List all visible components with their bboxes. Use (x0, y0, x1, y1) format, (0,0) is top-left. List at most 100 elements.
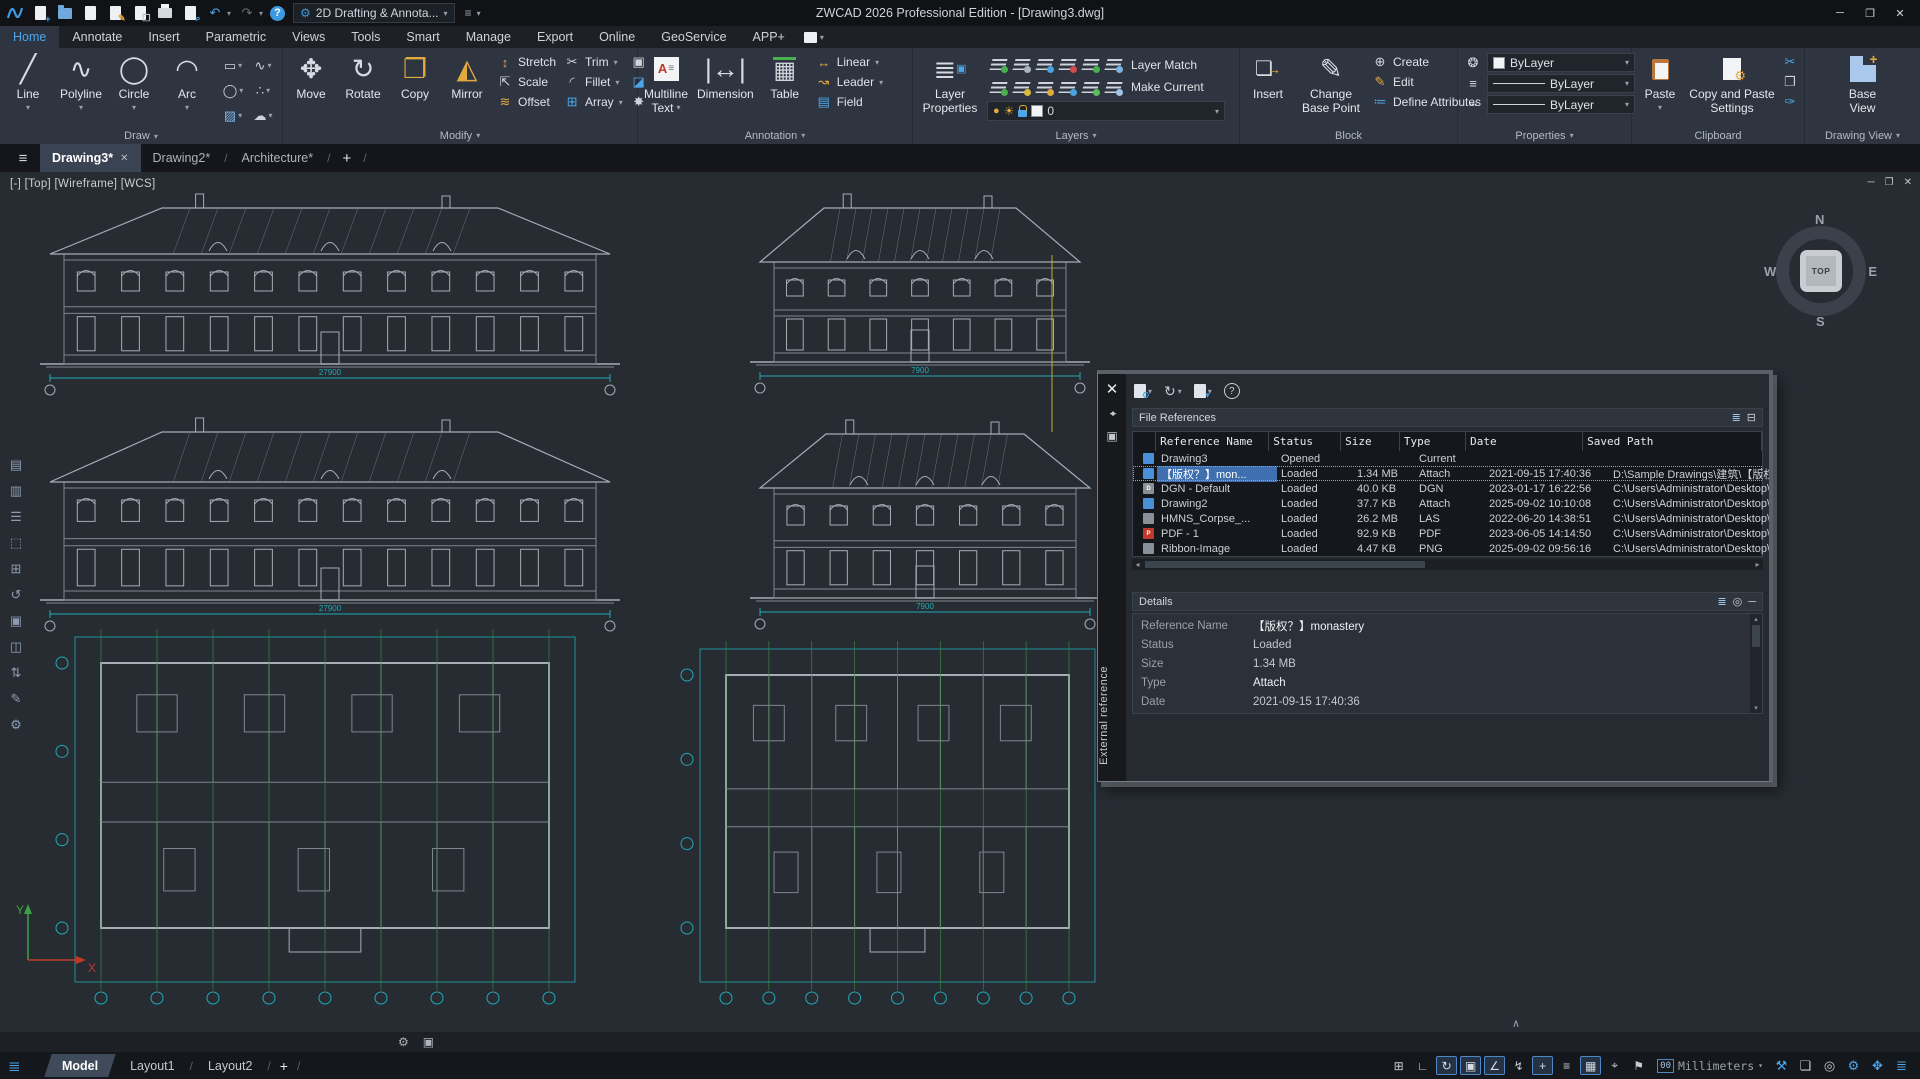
smart-mouse-icon[interactable]: ▥ (2, 480, 30, 502)
dock-panel-icon[interactable]: ▣ (423, 1035, 434, 1049)
make-current-button[interactable]: Make Current (1131, 76, 1204, 98)
vertical-scrollbar[interactable]: ▴ ▾ (1750, 614, 1762, 713)
help-button[interactable]: ? (1224, 383, 1240, 399)
ortho-toggle[interactable]: ∟ (1412, 1056, 1433, 1075)
field-button[interactable]: ▤ Field (816, 92, 883, 112)
new-file-button[interactable]: + (31, 4, 49, 22)
layer-tool-icon[interactable] (987, 76, 1010, 99)
doc-close-icon[interactable]: ✕ (1904, 177, 1912, 188)
solid-view-icon[interactable]: ▣ (2, 610, 30, 632)
doc-menu-icon[interactable]: ≡ (8, 150, 38, 167)
paste-button[interactable]: Paste▾ (1638, 51, 1682, 127)
ribbon-display-toggle[interactable]: ▾ (804, 32, 824, 43)
menu-tab-smart[interactable]: Smart (393, 26, 452, 48)
cut-button[interactable]: ✂ (1782, 52, 1798, 72)
move-button[interactable]: ✥ Move (289, 51, 333, 127)
osnap-toggle[interactable]: ▣ (1460, 1056, 1481, 1075)
sync-view-icon[interactable]: ↺ (2, 584, 30, 606)
ducs-toggle[interactable]: ↯ (1508, 1056, 1529, 1075)
quick-properties-icon[interactable]: ❏ (1795, 1056, 1816, 1075)
panel-label-annotation[interactable]: Annotation▾ (638, 127, 912, 144)
layer-tool-icon[interactable] (1056, 76, 1079, 99)
save-button[interactable] (81, 4, 99, 22)
layer-tool-icon[interactable] (987, 53, 1010, 76)
ribbon-collapse-button[interactable]: ≡ ▾ (463, 3, 483, 23)
multiline-text-button[interactable]: A≡ Multiline Text▾ (644, 51, 688, 127)
compass-east[interactable]: E (1868, 264, 1877, 279)
horizontal-scrollbar[interactable]: ◂ ▸ (1132, 559, 1763, 570)
table-button[interactable]: ▦ Table (763, 51, 807, 127)
revcloud-icon[interactable]: ☁▾ (248, 103, 278, 128)
layer-tool-icon[interactable] (1102, 76, 1125, 99)
annotation-monitor-icon[interactable]: ⚒ (1771, 1056, 1792, 1075)
compass-north[interactable]: N (1815, 212, 1824, 227)
dimension-button[interactable]: |↔| Dimension (697, 51, 754, 127)
menu-tab-parametric[interactable]: Parametric (193, 26, 279, 48)
line-button[interactable]: ╱ Line▾ (6, 51, 50, 128)
layout-compare-icon[interactable]: ◫ (2, 636, 30, 658)
layer-tool-icon[interactable] (1079, 53, 1102, 76)
section-plane-icon[interactable]: ⬚ (2, 532, 30, 554)
model-tab[interactable]: Model (42, 1052, 118, 1079)
snap-toggle[interactable]: ⌖ (1604, 1056, 1625, 1075)
layer-properties-button[interactable]: ≣▣ Layer Properties (919, 51, 981, 127)
base-view-button[interactable]: + Base View (1841, 51, 1885, 127)
menu-tab-insert[interactable]: Insert (135, 26, 192, 48)
tools-gear-icon[interactable]: ⚙ (2, 714, 30, 736)
panel-label-drawing-view[interactable]: Drawing View▾ (1805, 127, 1920, 144)
compass-south[interactable]: S (1816, 314, 1825, 329)
minimize-button[interactable]: ─ (1826, 3, 1854, 23)
column-header[interactable]: Date (1466, 432, 1583, 451)
menu-tab-views[interactable]: Views (279, 26, 338, 48)
xref-table-row[interactable]: HMNS_Corpse_... Loaded 26.2 MB LAS 2022-… (1133, 511, 1762, 526)
xref-table-row[interactable]: Ribbon-Image Loaded 4.47 KB PNG 2025-09-… (1133, 541, 1762, 556)
attach-xref-button[interactable]: ⚙▾ (1134, 384, 1152, 398)
list-view-icon[interactable]: ≣ (1732, 411, 1741, 424)
xref-table-row[interactable]: 【版权？】mon... Loaded 1.34 MB Attach 2021-0… (1133, 466, 1762, 481)
panel-label-properties[interactable]: Properties▾ (1458, 127, 1631, 144)
otrack-toggle[interactable]: ∠ (1484, 1056, 1505, 1075)
spline-icon[interactable]: ∿▾ (248, 53, 278, 78)
column-header[interactable]: Size (1341, 432, 1400, 451)
view-compass[interactable]: N W E S TOP (1762, 212, 1880, 330)
close-tab-icon[interactable]: ✕ (120, 153, 128, 164)
units-dropdown[interactable]: 00 Millimeters ▾ (1657, 1059, 1763, 1073)
layout1-tab[interactable]: Layout1 (118, 1052, 186, 1079)
menu-tab-annotate[interactable]: Annotate (59, 26, 135, 48)
layer-tool-icon[interactable] (1010, 76, 1033, 99)
maximize-button[interactable]: ❐ (1856, 3, 1884, 23)
panel-label-draw[interactable]: Draw▾ (0, 128, 282, 144)
fillet-button[interactable]: ◜ Fillet▾ (564, 72, 623, 92)
color-combo[interactable]: ByLayer ▾ (1487, 53, 1635, 72)
layer-tool-icon[interactable] (1010, 53, 1033, 76)
stretch-button[interactable]: ↕ Stretch (497, 52, 556, 72)
layer-tool-icon[interactable] (1033, 76, 1056, 99)
menu-tab-home[interactable]: Home (0, 26, 59, 48)
rectangle-icon[interactable]: ▭▾ (218, 53, 248, 78)
details-list-icon[interactable]: ≣ (1717, 595, 1726, 608)
layout2-tab[interactable]: Layout2 (196, 1052, 264, 1079)
trim-button[interactable]: ✂ Trim▾ (564, 52, 623, 72)
menu-tab-geoservice[interactable]: GeoService (648, 26, 739, 48)
dock-gear-icon[interactable]: ⚙ (398, 1035, 409, 1049)
layer-tool-icon[interactable] (1033, 53, 1056, 76)
column-header[interactable]: Type (1400, 432, 1466, 451)
swap-icon[interactable]: ⇅ (2, 662, 30, 684)
save-as-button[interactable]: ✎ (106, 4, 124, 22)
match-properties-button[interactable]: ✑ (1782, 92, 1798, 112)
dyn-toggle[interactable]: + (1532, 1056, 1553, 1075)
change-base-point-button[interactable]: ✎ Change Base Point (1298, 51, 1364, 127)
palette-properties-icon[interactable]: ▣ (1106, 429, 1117, 443)
smart-voice-icon[interactable]: ▤ (2, 454, 30, 476)
transparency-toggle[interactable]: ▦ (1580, 1056, 1601, 1075)
redo-button[interactable]: ↷ (238, 4, 256, 22)
lineweight-toggle[interactable]: ≡ (1556, 1056, 1577, 1075)
tree-view-icon[interactable]: ⊟ (1747, 411, 1756, 424)
scrollbar-thumb[interactable] (1145, 561, 1425, 568)
fullscreen-icon[interactable]: ✥ (1867, 1056, 1888, 1075)
command-line-collapse-icon[interactable]: ∧ (1512, 1017, 1520, 1030)
help-button[interactable]: ? (270, 6, 285, 21)
menu-tab-manage[interactable]: Manage (453, 26, 524, 48)
undo-button[interactable]: ↶ (206, 4, 224, 22)
array-button[interactable]: ⊞ Array▾ (564, 92, 623, 112)
